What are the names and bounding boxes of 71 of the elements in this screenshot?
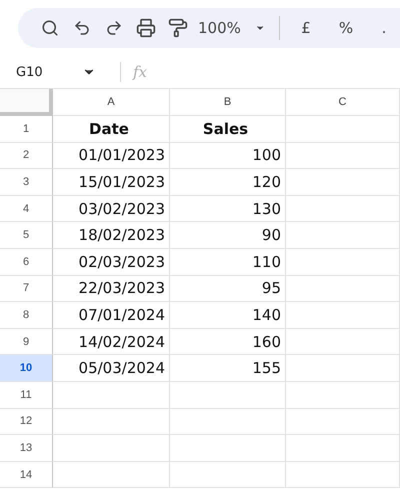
- table-cell[interactable]: 18/02/2023: [53, 222, 170, 249]
- row-header[interactable]: 12: [0, 408, 53, 436]
- row-header[interactable]: 10: [0, 355, 53, 382]
- search-icon: [41, 19, 59, 37]
- row-header[interactable]: 1: [0, 116, 53, 143]
- table-cell[interactable]: 14/02/2024: [53, 328, 170, 356]
- row-header[interactable]: 8: [0, 302, 53, 329]
- table-cell[interactable]: [53, 462, 170, 488]
- formula-label: fx: [133, 63, 148, 81]
- row-header[interactable]: 5: [0, 222, 53, 249]
- row-header[interactable]: 4: [0, 196, 53, 222]
- table-cell[interactable]: [286, 435, 400, 462]
- table-cell[interactable]: [170, 408, 286, 436]
- select-all-corner[interactable]: [0, 89, 53, 116]
- table-cell[interactable]: 07/01/2024: [53, 302, 170, 329]
- header-cell[interactable]: [286, 116, 400, 143]
- column-header[interactable]: B: [170, 89, 286, 116]
- row-header[interactable]: 6: [0, 248, 53, 276]
- table-cell[interactable]: [286, 276, 400, 302]
- table-cell[interactable]: 100: [170, 142, 286, 170]
- row-header[interactable]: 13: [0, 435, 53, 462]
- table-cell[interactable]: [286, 142, 400, 170]
- table-cell[interactable]: [286, 382, 400, 409]
- paint-roller-icon: [168, 18, 188, 38]
- print-icon: [136, 18, 156, 38]
- table-cell[interactable]: 05/03/2024: [53, 355, 170, 382]
- decimal-button[interactable]: .: [368, 12, 400, 44]
- row-header[interactable]: 11: [0, 382, 53, 409]
- table-cell[interactable]: [286, 169, 400, 196]
- column-header[interactable]: A: [53, 89, 170, 116]
- table-cell[interactable]: 15/01/2023: [53, 169, 170, 196]
- table-cell[interactable]: 90: [170, 222, 286, 249]
- table-cell[interactable]: [53, 435, 170, 462]
- table-cell[interactable]: [286, 328, 400, 356]
- table-cell[interactable]: 155: [170, 355, 286, 382]
- table-cell[interactable]: 95: [170, 276, 286, 302]
- zoom-dropdown[interactable]: 100%: [194, 12, 270, 44]
- table-cell[interactable]: 03/02/2023: [53, 196, 170, 222]
- table-cell[interactable]: [286, 462, 400, 488]
- table-cell[interactable]: 110: [170, 248, 286, 276]
- table-cell[interactable]: 130: [170, 196, 286, 222]
- header-cell[interactable]: Sales: [170, 116, 286, 143]
- table-cell[interactable]: 02/03/2023: [53, 248, 170, 276]
- table-cell[interactable]: 120: [170, 169, 286, 196]
- table-cell[interactable]: [286, 222, 400, 249]
- table-cell[interactable]: 140: [170, 302, 286, 329]
- table-cell[interactable]: [170, 435, 286, 462]
- table-cell[interactable]: 160: [170, 328, 286, 356]
- row-header[interactable]: 9: [0, 328, 53, 356]
- redo-icon: [105, 19, 123, 37]
- undo-icon: [73, 19, 91, 37]
- row-header[interactable]: 3: [0, 169, 53, 196]
- row-header[interactable]: 2: [0, 142, 53, 170]
- table-cell[interactable]: [286, 355, 400, 382]
- table-cell[interactable]: [53, 382, 170, 409]
- table-cell[interactable]: [53, 408, 170, 436]
- row-header[interactable]: 14: [0, 462, 53, 488]
- currency-button[interactable]: £: [290, 12, 322, 44]
- table-cell[interactable]: [286, 302, 400, 329]
- row-header[interactable]: 7: [0, 276, 53, 302]
- table-cell[interactable]: [286, 248, 400, 276]
- header-cell[interactable]: Date: [53, 116, 170, 143]
- percent-button[interactable]: %: [330, 12, 362, 44]
- table-cell[interactable]: [170, 382, 286, 409]
- table-cell[interactable]: 22/03/2023: [53, 276, 170, 302]
- column-header[interactable]: C: [286, 89, 400, 116]
- name-box[interactable]: G10: [0, 58, 106, 86]
- table-cell[interactable]: [286, 408, 400, 436]
- table-cell[interactable]: 01/01/2023: [53, 142, 170, 170]
- table-cell[interactable]: [170, 462, 286, 488]
- table-cell[interactable]: [286, 196, 400, 222]
